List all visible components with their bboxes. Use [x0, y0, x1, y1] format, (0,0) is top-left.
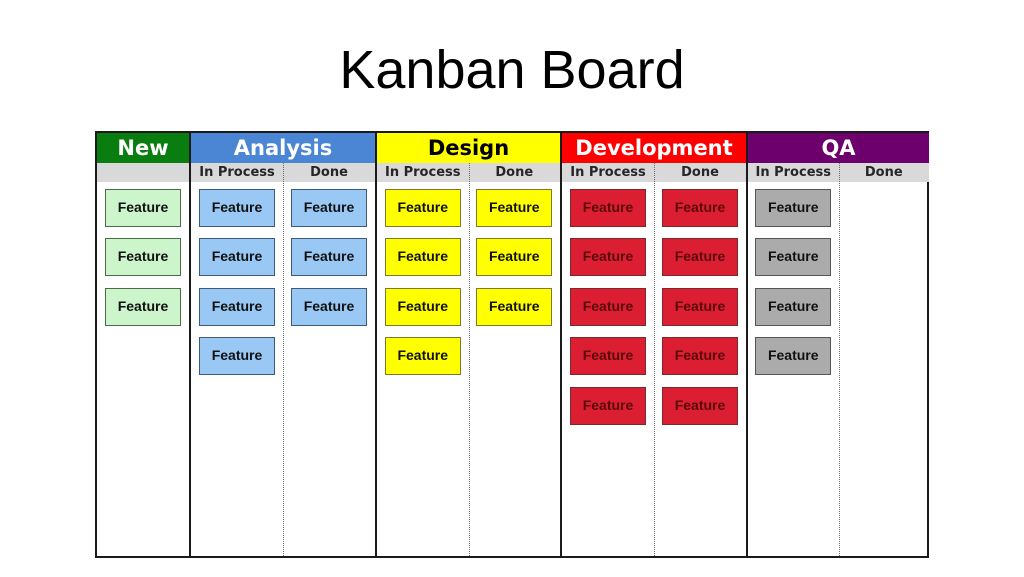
subcolumn-label-in-process: In Process — [385, 165, 461, 180]
stage-design: Design In Process Done Feature Feature Featur… — [375, 133, 560, 556]
feature-card[interactable]: Feature — [662, 337, 738, 375]
feature-card[interactable]: Feature — [384, 337, 461, 375]
stage-header-development: Development — [562, 133, 746, 163]
feature-card[interactable]: Feature — [570, 288, 646, 326]
subcolumn-label-in-process: In Process — [755, 165, 832, 180]
feature-card[interactable]: Feature — [662, 288, 738, 326]
subcolumn-divider — [468, 163, 470, 556]
feature-card[interactable]: Feature — [755, 337, 832, 375]
feature-card[interactable]: Feature — [662, 387, 738, 425]
stage-header-qa: QA — [748, 133, 929, 163]
feature-card[interactable]: Feature — [755, 238, 832, 276]
subcolumn-label-in-process: In Process — [570, 165, 646, 180]
stage-header-new: New — [97, 133, 189, 163]
feature-card[interactable]: Feature — [476, 288, 553, 326]
feature-card[interactable]: Feature — [476, 238, 553, 276]
kanban-board: New Feature Feature Feature Analysis In Proce… — [95, 131, 929, 558]
subcolumn-label-done: Done — [310, 165, 348, 180]
subcolumn-divider — [838, 163, 840, 556]
stage-new: New Feature Feature Feature — [97, 133, 189, 556]
feature-card[interactable]: Feature — [662, 238, 738, 276]
subcolumn-label-in-process: In Process — [199, 165, 275, 180]
stage-header-analysis: Analysis — [191, 133, 375, 163]
stage-development: Development In Process Done Feature Feature F… — [560, 133, 746, 556]
stage-analysis: Analysis In Process Done Feature Feature Feat… — [189, 133, 375, 556]
feature-card[interactable]: Feature — [384, 288, 461, 326]
subcolumn-divider — [654, 163, 655, 556]
subcolumn-label-done: Done — [864, 165, 903, 180]
stage-header-design: Design — [377, 133, 560, 163]
feature-card[interactable]: Feature — [291, 189, 367, 227]
feature-card[interactable]: Feature — [662, 189, 738, 227]
feature-card[interactable]: Feature — [199, 288, 275, 326]
subcolumn-label-blank — [97, 163, 189, 182]
feature-card[interactable]: Feature — [105, 189, 181, 227]
feature-card[interactable]: Feature — [105, 288, 181, 326]
feature-card[interactable]: Feature — [570, 189, 646, 227]
feature-card[interactable]: Feature — [570, 337, 646, 375]
subcolumn-label-done: Done — [495, 165, 534, 180]
feature-card[interactable]: Feature — [291, 238, 367, 276]
feature-card[interactable]: Feature — [199, 337, 275, 375]
subcolumn-divider — [283, 163, 284, 556]
feature-card[interactable]: Feature — [476, 189, 553, 227]
feature-card[interactable]: Feature — [199, 189, 275, 227]
page-title: Kanban Board — [339, 40, 685, 100]
feature-card[interactable]: Feature — [755, 189, 832, 227]
feature-card[interactable]: Feature — [384, 189, 461, 227]
feature-card[interactable]: Feature — [755, 288, 832, 326]
feature-card[interactable]: Feature — [384, 238, 461, 276]
feature-card[interactable]: Feature — [570, 238, 646, 276]
stage-qa: QA In Process Done Feature Feature Feature Fea… — [746, 133, 929, 556]
subheader-row — [97, 163, 189, 182]
feature-card[interactable]: Feature — [105, 238, 181, 276]
feature-card[interactable]: Feature — [199, 238, 275, 276]
feature-card[interactable]: Feature — [291, 288, 367, 326]
subcolumn-label-done: Done — [681, 165, 719, 180]
feature-card[interactable]: Feature — [570, 387, 646, 425]
